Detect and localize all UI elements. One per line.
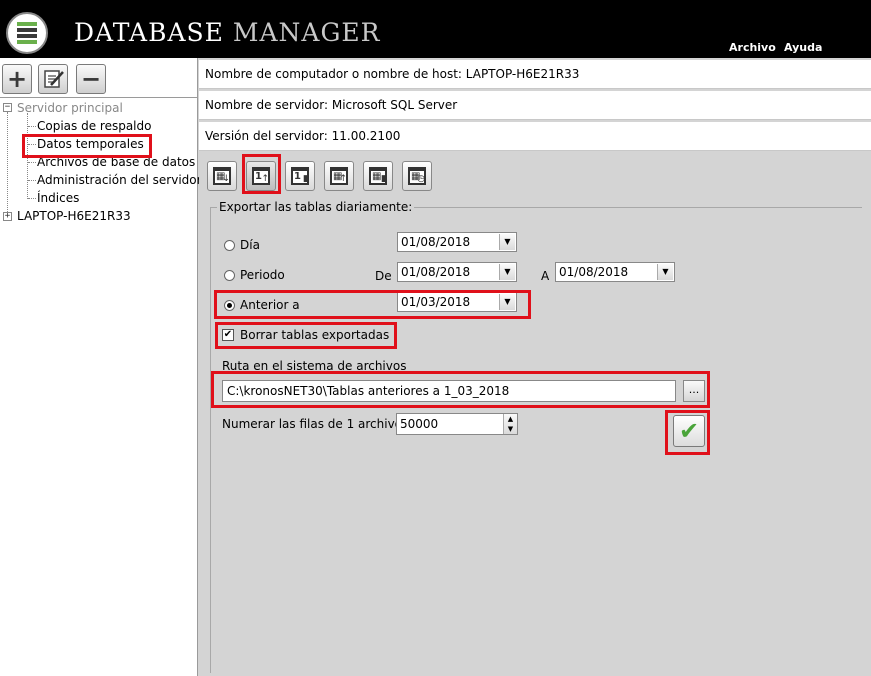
app-title-part2: MANAGER bbox=[232, 18, 381, 47]
checkmark-icon: ✔ bbox=[678, 417, 700, 445]
borrar-checkbox[interactable]: ✔ bbox=[222, 329, 234, 341]
anterior-date-picker[interactable]: 01/03/2018 ▼ bbox=[397, 292, 517, 312]
periodo-label: Periodo bbox=[240, 268, 285, 282]
a-label: A bbox=[541, 269, 550, 283]
de-label: De bbox=[375, 269, 392, 283]
borrar-label: Borrar tablas exportadas bbox=[240, 328, 390, 342]
dia-radio[interactable] bbox=[224, 240, 235, 251]
anterior-date-value: 01/03/2018 bbox=[401, 295, 471, 309]
add-button[interactable]: + bbox=[2, 64, 32, 94]
schedule-button[interactable]: ▦ ◷ bbox=[402, 161, 432, 191]
server-tree: − Servidor principal Copias de respaldo … bbox=[0, 98, 202, 676]
tree-line bbox=[28, 144, 36, 145]
chevron-down-icon: ▼ bbox=[499, 234, 515, 250]
app-logo-icon bbox=[6, 12, 48, 54]
app-title-part1: DATABASE bbox=[74, 18, 224, 47]
rows-spinner[interactable]: 50000 ▲ ▼ bbox=[396, 413, 518, 435]
export-range-button[interactable]: ▦ ↑ bbox=[324, 161, 354, 191]
path-label: Ruta en el sistema de archivos bbox=[222, 359, 407, 373]
server-name-row: Nombre de servidor: Microsoft SQL Server bbox=[199, 91, 871, 120]
browse-button[interactable]: ... bbox=[683, 380, 705, 402]
periodo-radio[interactable] bbox=[224, 270, 235, 281]
export-group-box bbox=[210, 207, 862, 673]
server-version-row: Versión del servidor: 11.00.2100 bbox=[199, 122, 871, 151]
tree-item-datos-temporales[interactable]: Datos temporales bbox=[37, 136, 144, 152]
calendar-up-icon: 1 ↑ bbox=[252, 167, 270, 185]
calendar-clock-icon: ▦ ◷ bbox=[408, 167, 426, 185]
menu-ayuda[interactable]: Ayuda bbox=[784, 41, 822, 54]
tree-collapse-icon[interactable]: − bbox=[3, 103, 12, 112]
periodo-to-value: 01/08/2018 bbox=[559, 265, 629, 279]
tree-item-copias-de-respaldo[interactable]: Copias de respaldo bbox=[37, 118, 151, 134]
rows-label: Numerar las filas de 1 archivo bbox=[222, 417, 403, 431]
tree-item-laptop-host[interactable]: LAPTOP-H6E21R33 bbox=[17, 208, 131, 224]
tree-expand-icon[interactable]: + bbox=[3, 212, 12, 221]
dia-date-value: 01/08/2018 bbox=[401, 235, 471, 249]
calendar-export-icon: ▦ ↑ bbox=[330, 167, 348, 185]
delete-tables-button[interactable]: 1 ▮ bbox=[285, 161, 315, 191]
tree-line bbox=[28, 162, 36, 163]
export-group-title: Exportar las tablas diariamente: bbox=[217, 200, 415, 214]
anterior-radio[interactable] bbox=[224, 300, 235, 311]
calendar-delete-icon: 1 ▮ bbox=[291, 167, 309, 185]
anterior-label: Anterior a bbox=[240, 298, 300, 312]
app-title: DATABASE MANAGER bbox=[74, 18, 380, 47]
left-panel: + − − Servidor principal Copias de respa… bbox=[0, 58, 202, 676]
remove-button[interactable]: − bbox=[76, 64, 106, 94]
path-input[interactable]: C:\kronosNET30\Tablas anteriores a 1_03_… bbox=[222, 380, 676, 402]
export-down-button[interactable]: ▦ ↓ bbox=[207, 161, 237, 191]
dia-date-picker[interactable]: 01/08/2018 ▼ bbox=[397, 232, 517, 252]
tree-line bbox=[7, 112, 8, 216]
calendar-down-icon: ▦ ↓ bbox=[213, 167, 231, 185]
calendar-grid-icon: ▦ ▮ bbox=[369, 167, 387, 185]
spinner-arrows-icon[interactable]: ▲ ▼ bbox=[503, 414, 517, 434]
export-tables-button[interactable]: 1 ↑ bbox=[246, 161, 276, 191]
menu-archivo[interactable]: Archivo bbox=[729, 41, 776, 54]
periodo-from-value: 01/08/2018 bbox=[401, 265, 471, 279]
chevron-down-icon: ▼ bbox=[499, 264, 515, 280]
tree-item-administracion-del-servidor[interactable]: Administración del servidor bbox=[37, 172, 202, 188]
tree-line bbox=[28, 198, 36, 199]
tree-item-servidor-principal[interactable]: Servidor principal bbox=[17, 100, 123, 116]
chevron-down-icon: ▼ bbox=[499, 294, 515, 310]
periodo-to-picker[interactable]: 01/08/2018 ▼ bbox=[555, 262, 675, 282]
edit-button[interactable] bbox=[38, 64, 68, 94]
periodo-from-picker[interactable]: 01/08/2018 ▼ bbox=[397, 262, 517, 282]
right-panel: Nombre de computador o nombre de host: L… bbox=[199, 58, 871, 676]
minus-icon: − bbox=[80, 65, 102, 93]
dia-label: Día bbox=[240, 238, 260, 252]
plus-icon: + bbox=[6, 65, 28, 93]
tree-item-archivos-de-base-de-datos[interactable]: Archivos de base de datos bbox=[37, 154, 195, 170]
grid-tables-button[interactable]: ▦ ▮ bbox=[363, 161, 393, 191]
ok-button[interactable]: ✔ bbox=[673, 415, 705, 447]
rows-value: 50000 bbox=[400, 417, 439, 431]
edit-icon bbox=[44, 70, 64, 88]
title-bar: DATABASE MANAGER Archivo Ayuda bbox=[0, 0, 871, 58]
host-name-row: Nombre de computador o nombre de host: L… bbox=[199, 60, 871, 89]
tree-line bbox=[28, 126, 36, 127]
tree-line bbox=[28, 180, 36, 181]
chevron-down-icon: ▼ bbox=[657, 264, 673, 280]
tree-item-indices[interactable]: Índices bbox=[37, 190, 79, 206]
